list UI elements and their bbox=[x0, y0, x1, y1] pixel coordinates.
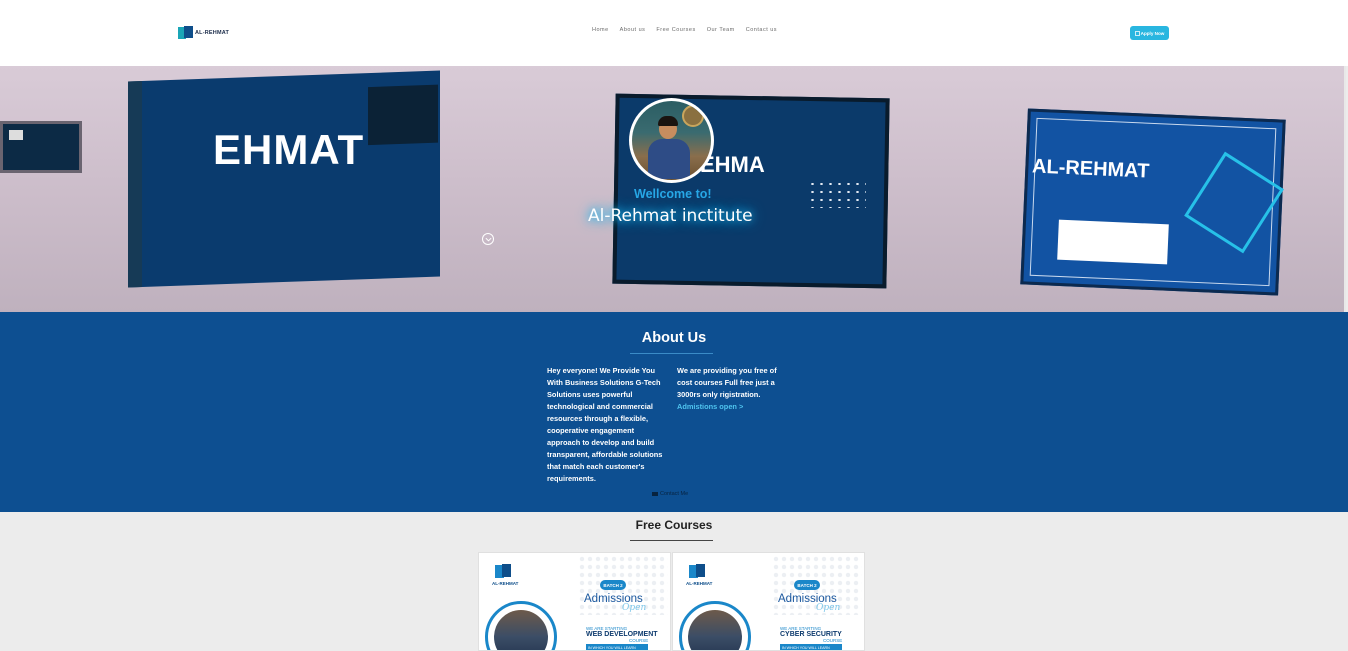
card-course-sub: COURSE bbox=[629, 638, 649, 643]
hero-board-white-panel bbox=[1057, 219, 1169, 265]
logo-text: AL-REHMAT bbox=[195, 29, 230, 36]
card-strip: IN WHICH YOU WILL LEARN bbox=[780, 644, 842, 650]
brand-logo[interactable]: AL-REHMAT bbox=[178, 26, 229, 39]
chevron-down-circle-icon[interactable] bbox=[482, 233, 494, 245]
nav-link-home[interactable]: Home bbox=[592, 27, 609, 33]
logo-icon bbox=[689, 564, 705, 578]
admissions-open-link[interactable]: Admistions open > bbox=[677, 401, 789, 413]
card-course-sub: COURSE bbox=[823, 638, 843, 643]
about-section: About Us Hey everyone! We Provide You Wi… bbox=[0, 312, 1348, 512]
course-card-cyber-security[interactable]: AL-REHMAT BATCH 2 Admissions Open WE ARE… bbox=[672, 552, 865, 651]
hero-institute-name: Al-Rehmat inctitute bbox=[588, 206, 753, 226]
about-title-underline bbox=[630, 353, 713, 354]
contact-me-link[interactable]: Contact Me bbox=[652, 491, 688, 497]
card-photo bbox=[679, 601, 751, 650]
hero-background-window bbox=[0, 121, 82, 173]
contact-me-label: Contact Me bbox=[660, 491, 689, 497]
card-course-name: CYBER SECURITY bbox=[780, 631, 842, 638]
nav-link-our-team[interactable]: Our Team bbox=[707, 27, 735, 33]
free-courses-underline bbox=[630, 540, 713, 541]
free-courses-title: Free Courses bbox=[635, 518, 713, 532]
apply-now-button[interactable]: Apply Now bbox=[1130, 26, 1169, 40]
hero-welcome-text: Wellcome to! bbox=[634, 187, 712, 201]
navbar: AL-REHMAT Home About us Free Courses Our… bbox=[0, 0, 1348, 66]
course-card-web-development[interactable]: AL-REHMAT BATCH 2 Admissions Open WE ARE… bbox=[478, 552, 671, 651]
logo-icon bbox=[178, 26, 193, 39]
card-open: Open bbox=[816, 603, 841, 613]
hero-edge bbox=[1344, 66, 1346, 312]
card-strip: IN WHICH YOU WILL LEARN bbox=[586, 644, 648, 650]
about-description: Hey everyone! We Provide You With Busine… bbox=[547, 366, 663, 483]
card-photo bbox=[485, 601, 557, 650]
about-offer-text: We are providing you free of cost course… bbox=[677, 366, 777, 399]
nav-link-about[interactable]: About us bbox=[620, 27, 646, 33]
apply-icon bbox=[1134, 30, 1140, 36]
nav-menu: Home About us Free Courses Our Team Cont… bbox=[592, 27, 777, 33]
about-offer: We are providing you free of cost course… bbox=[677, 365, 789, 413]
hero-background-board-right bbox=[1020, 108, 1286, 296]
logo-icon bbox=[495, 564, 511, 578]
card-logo-name: AL-REHMAT bbox=[686, 581, 713, 586]
batch-badge: BATCH 2 bbox=[794, 580, 820, 590]
batch-badge: BATCH 2 bbox=[600, 580, 626, 590]
nav-link-contact[interactable]: Contact us bbox=[746, 27, 777, 33]
card-course-name: WEB DEVELOPMENT bbox=[586, 631, 658, 638]
nav-link-free-courses[interactable]: Free Courses bbox=[656, 27, 695, 33]
hero-background-dots bbox=[808, 180, 866, 208]
card-open: Open bbox=[622, 603, 647, 613]
hero-background-board-left bbox=[128, 70, 440, 288]
profile-avatar bbox=[629, 98, 714, 183]
profile-photo bbox=[632, 101, 711, 180]
envelope-icon bbox=[652, 492, 658, 496]
hero-board-text-left: EHMAT bbox=[213, 126, 365, 173]
card-logo-name: AL-REHMAT bbox=[492, 581, 519, 586]
apply-now-label: Apply Now bbox=[1140, 30, 1165, 36]
about-title: About Us bbox=[641, 330, 707, 346]
